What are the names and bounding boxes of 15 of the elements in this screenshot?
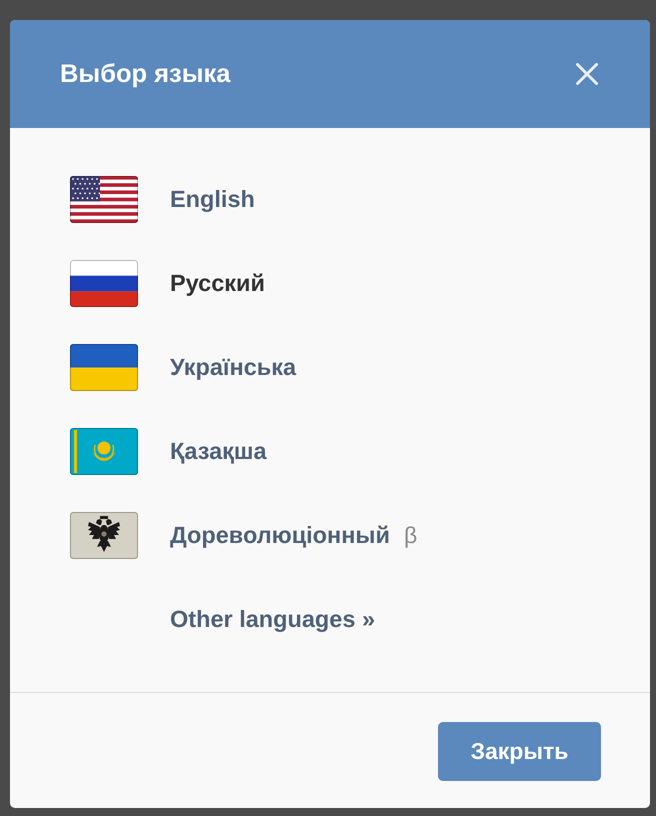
tricolor-flag-icon <box>70 260 138 306</box>
language-link[interactable]: English <box>170 186 255 212</box>
other-languages-link[interactable]: Other languages » <box>170 606 376 632</box>
dialog-title: Выбор языка <box>60 60 230 88</box>
language-link[interactable]: Русский <box>170 270 265 296</box>
bicolor-flag-icon <box>70 344 138 390</box>
language-link[interactable]: Дореволюціонный <box>170 522 390 548</box>
language-link[interactable]: Қазақша <box>170 438 267 464</box>
language-link[interactable]: Українська <box>170 354 296 380</box>
striped-flag-icon <box>70 176 138 222</box>
emblem-flag-icon <box>70 512 138 558</box>
close-button[interactable]: Закрыть <box>438 722 601 781</box>
close-icon[interactable] <box>576 63 598 85</box>
sun-flag-icon <box>70 428 138 474</box>
beta-label: β <box>404 522 418 548</box>
